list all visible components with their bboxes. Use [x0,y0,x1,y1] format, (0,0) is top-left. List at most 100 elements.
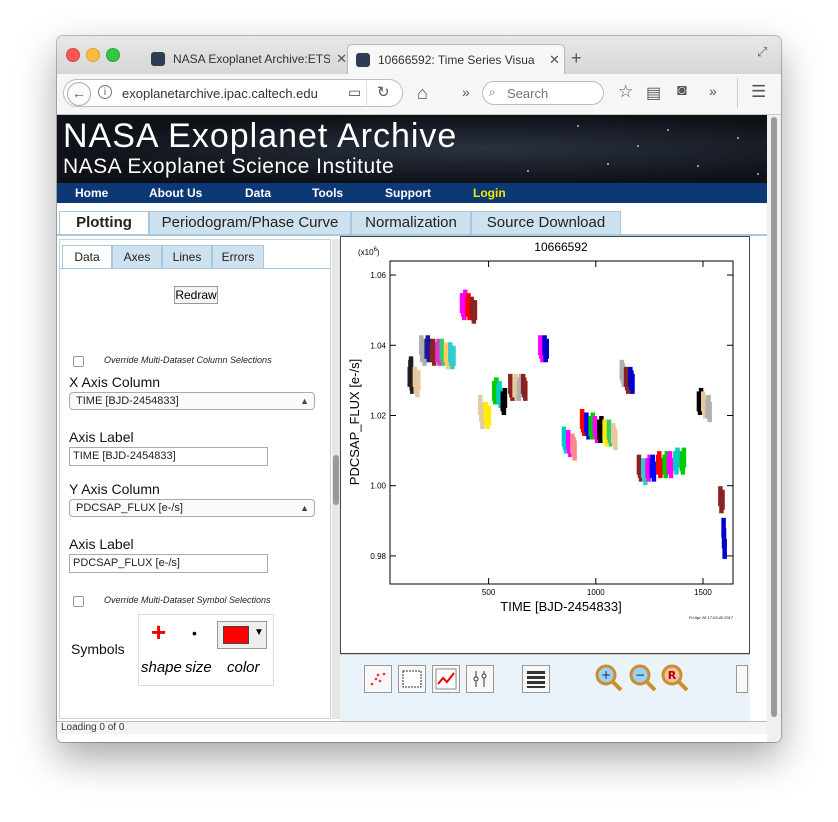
subtab-data[interactable]: Data [62,245,112,268]
data-point [472,300,478,321]
vertical-scrollbar[interactable] [767,115,781,742]
y-tick-label: 1.06 [370,271,386,280]
x-axis-column-select[interactable]: TIME [BJD-2454833] ▲ [69,392,315,410]
y-multiplier: (x106) [358,247,380,257]
menu-data[interactable]: Data [245,186,271,200]
partial-tool-icon[interactable] [736,665,748,693]
close-tab-icon[interactable]: ✕ [549,52,560,68]
zoom-reset-icon[interactable]: R [660,663,690,693]
subtab-errors[interactable]: Errors [212,245,264,268]
series-13 [483,401,492,429]
stack-icon[interactable] [522,665,550,693]
more-tools-chevron-icon[interactable]: » [709,83,717,99]
symbol-size-dot-icon[interactable]: • [192,625,197,641]
favicon-icon [356,52,370,67]
x-axis-label-label: Axis Label [69,429,134,445]
series-43 [666,451,674,479]
data-point [630,373,635,394]
data-point [502,387,508,408]
series-1 [412,366,421,398]
menu-about-us[interactable]: About Us [149,186,202,200]
info-icon[interactable]: i [98,85,112,99]
shape-label: shape [141,659,182,676]
close-tab-icon[interactable]: ✕ [336,51,347,67]
y-axis-column-label: Y Axis Column [69,481,160,497]
data-point [668,458,674,479]
plot-timestamp: Fri Apr 28 17:03:40 2017 [689,615,734,620]
subtab-underline [60,268,330,269]
hamburger-menu-icon[interactable]: ☰ [751,82,766,102]
url-bar[interactable]: ← i exoplanetarchive.ipac.caltech.edu ▭ … [63,79,403,107]
y-axis-column-select[interactable]: PDCSAP_FLUX [e-/s] ▲ [69,499,315,517]
redraw-button[interactable]: Redraw [174,286,218,304]
data-point [658,458,663,479]
tab-source-download[interactable]: Source Download [471,211,621,234]
override-symbols-label: Override Multi-Dataset Symbol Selections [104,595,271,605]
search-input[interactable]: ⌕ Search [482,81,604,105]
left-panel-scrollbar[interactable] [332,239,340,719]
series-41 [655,451,663,479]
color-picker-button[interactable]: ▼ [217,621,267,649]
x-axis-column-value: TIME [BJD-2454833] [76,395,179,407]
y-axis-label-input[interactable]: PDCSAP_FLUX [e-/s] [69,554,268,573]
x-tick-label: 1500 [694,588,712,597]
zoom-reset-glyph: R [668,669,677,682]
scatter-tool-icon[interactable] [364,665,392,693]
subtab-lines[interactable]: Lines [162,245,212,268]
select-arrows-icon: ▲ [300,503,309,513]
url-text[interactable]: exoplanetarchive.ipac.caltech.edu [122,86,318,101]
data-point [675,447,680,468]
fullscreen-icon[interactable]: ⤢ [757,44,767,60]
bookmark-star-icon[interactable]: ☆ [618,82,633,102]
title-bar: NASA Exoplanet Archive:ETS ✕ 10666592: T… [57,36,781,74]
lightcurve-chart[interactable]: 10666592 (x106) 500 1000 1500 0.98 1.00 1.02 1… [341,237,749,653]
overflow-chevron-icon[interactable]: » [462,84,470,100]
symbol-picker: + • ▼ shape size color [138,614,274,686]
zoom-in-icon[interactable]: + [594,663,624,693]
menu-home[interactable]: Home [75,186,108,200]
reload-icon[interactable]: ↻ [377,83,390,101]
close-window-button[interactable] [66,48,80,62]
data-point [651,461,657,482]
search-icon: ⌕ [489,85,496,99]
browser-tab-active[interactable]: 10666592: Time Series Visua ✕ [347,44,565,74]
maximize-window-button[interactable] [106,48,120,62]
override-columns-checkbox[interactable] [73,356,84,367]
x-axis-label: TIME [BJD-2454833] [500,599,621,614]
data-point [613,430,618,451]
zoom-in-glyph: + [601,668,611,682]
tab-periodogram[interactable]: Periodogram/Phase Curve [149,211,351,234]
y-tick-label: 1.00 [370,482,386,491]
search-placeholder: Search [507,86,549,101]
reader-view-icon[interactable]: ▭ [348,84,361,101]
reading-list-icon[interactable]: ▤ [646,83,661,103]
tab-plotting[interactable]: Plotting [59,211,149,234]
zoom-out-icon[interactable]: − [628,663,658,693]
data-point [707,401,712,422]
override-symbols-checkbox[interactable] [73,596,84,607]
override-columns-label: Override Multi-Dataset Column Selections [104,355,272,365]
symbol-shape-plus-icon[interactable]: + [151,617,166,648]
data-point [681,447,687,468]
browser-tab[interactable]: NASA Exoplanet Archive:ETS ✕ [143,44,347,74]
banner-title: NASA Exoplanet Archive [63,117,458,155]
line-plot-icon[interactable] [432,665,460,693]
select-box-icon[interactable] [398,665,426,693]
back-icon[interactable]: ← [67,82,91,106]
menu-support[interactable]: Support [385,186,431,200]
x-axis-label-input[interactable]: TIME [BJD-2454833] [69,447,268,466]
error-bars-icon[interactable] [466,665,494,693]
home-icon[interactable]: ⌂ [417,83,428,104]
tab-normalization[interactable]: Normalization [351,211,471,234]
new-tab-button[interactable]: + [571,48,582,69]
minimize-window-button[interactable] [86,48,100,62]
banner-subtitle: NASA Exoplanet Science Institute [63,155,395,178]
data-point [720,489,725,510]
menu-login[interactable]: Login [473,186,506,200]
menu-tools[interactable]: Tools [312,186,343,200]
subtab-axes[interactable]: Axes [112,245,162,268]
pocket-icon[interactable]: ◙ [677,82,687,100]
url-divider [366,81,367,105]
data-point [416,370,421,391]
series-8 [448,342,456,370]
